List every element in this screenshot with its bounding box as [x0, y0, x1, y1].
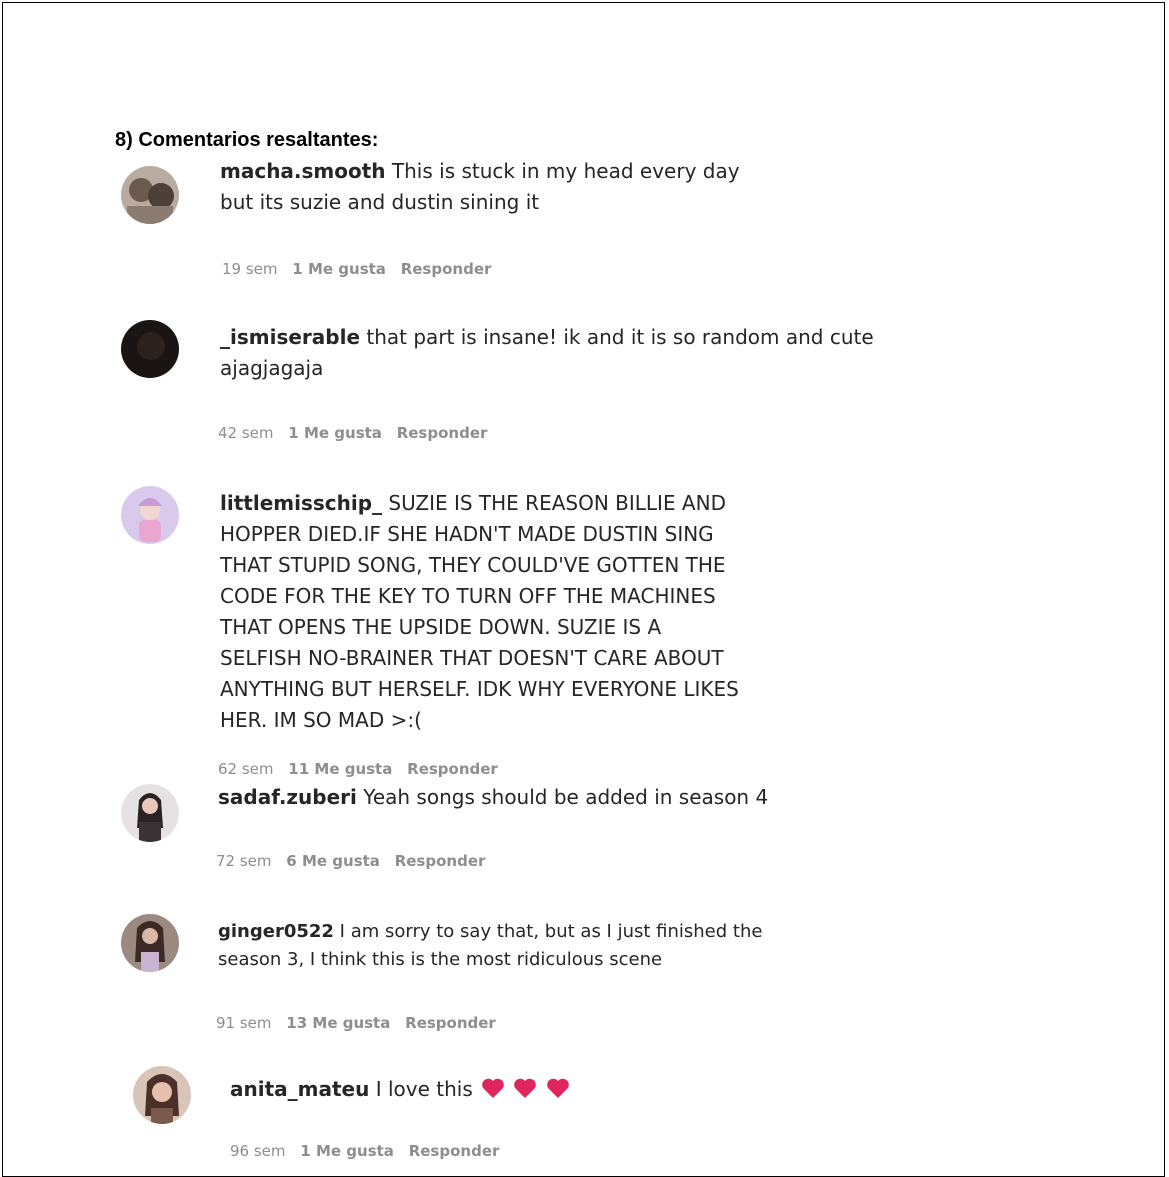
- comment-likes[interactable]: 6 Me gusta: [286, 852, 380, 870]
- comment-username[interactable]: sadaf.zuberi: [218, 785, 357, 809]
- comment-time[interactable]: 42 sem: [218, 424, 274, 442]
- comment-likes[interactable]: 11 Me gusta: [288, 760, 392, 778]
- comment-meta: 19 sem 1 Me gusta Responder: [222, 260, 491, 278]
- comment-meta: 72 sem 6 Me gusta Responder: [216, 852, 485, 870]
- reply-button[interactable]: Responder: [397, 424, 488, 442]
- section-heading: 8) Comentarios resaltantes:: [115, 129, 379, 151]
- comment-body: littlemisschip_ SUZIE IS THE REASON BILL…: [220, 488, 740, 736]
- comment-text: I love this: [375, 1077, 473, 1101]
- comment-username[interactable]: ginger0522: [218, 921, 334, 942]
- comment-body: anita_mateu I love this: [230, 1074, 830, 1105]
- comment-username[interactable]: _ismiserable: [220, 325, 360, 349]
- comment-time[interactable]: 19 sem: [222, 260, 278, 278]
- comment-meta: 96 sem 1 Me gusta Responder: [230, 1142, 499, 1160]
- comment-body: ginger0522 I am sorry to say that, but a…: [218, 918, 818, 974]
- comment-text: SUZIE IS THE REASON BILLIE AND HOPPER DI…: [220, 491, 739, 732]
- avatar-photo-icon[interactable]: [121, 166, 179, 224]
- comment-likes[interactable]: 1 Me gusta: [288, 424, 382, 442]
- avatar-photo-icon[interactable]: [133, 1066, 191, 1124]
- comment-likes[interactable]: 1 Me gusta: [300, 1142, 394, 1160]
- heart-emoji-icon: [514, 1078, 537, 1098]
- comment-time[interactable]: 91 sem: [216, 1014, 272, 1032]
- comment-username[interactable]: anita_mateu: [230, 1077, 369, 1101]
- avatar-photo-icon[interactable]: [121, 486, 179, 544]
- comment-text: Yeah songs should be added in season 4: [363, 785, 769, 809]
- avatar-photo-icon[interactable]: [121, 784, 179, 842]
- heart-emoji-icon: [547, 1078, 569, 1098]
- comment-likes[interactable]: 13 Me gusta: [286, 1014, 390, 1032]
- comment-time[interactable]: 62 sem: [218, 760, 274, 778]
- reply-button[interactable]: Responder: [405, 1014, 496, 1032]
- comment-meta: 62 sem 11 Me gusta Responder: [218, 760, 498, 778]
- avatar-photo-icon[interactable]: [121, 320, 179, 378]
- comment-username[interactable]: littlemisschip_: [220, 491, 382, 515]
- comment-time[interactable]: 96 sem: [230, 1142, 286, 1160]
- comment-time[interactable]: 72 sem: [216, 852, 272, 870]
- comment-meta: 91 sem 13 Me gusta Responder: [216, 1014, 496, 1032]
- heart-emoji-icon: [482, 1078, 504, 1098]
- comment-meta: 42 sem 1 Me gusta Responder: [218, 424, 487, 442]
- reply-button[interactable]: Responder: [401, 260, 492, 278]
- reply-button[interactable]: Responder: [407, 760, 498, 778]
- comment-body: sadaf.zuberi Yeah songs should be added …: [218, 782, 958, 813]
- avatar-photo-icon[interactable]: [121, 914, 179, 972]
- comment-body: _ismiserable that part is insane! ik and…: [220, 322, 960, 384]
- reply-button[interactable]: Responder: [409, 1142, 500, 1160]
- comment-body: macha.smooth This is stuck in my head ev…: [220, 156, 740, 218]
- comment-likes[interactable]: 1 Me gusta: [292, 260, 386, 278]
- reply-button[interactable]: Responder: [395, 852, 486, 870]
- comment-username[interactable]: macha.smooth: [220, 159, 386, 183]
